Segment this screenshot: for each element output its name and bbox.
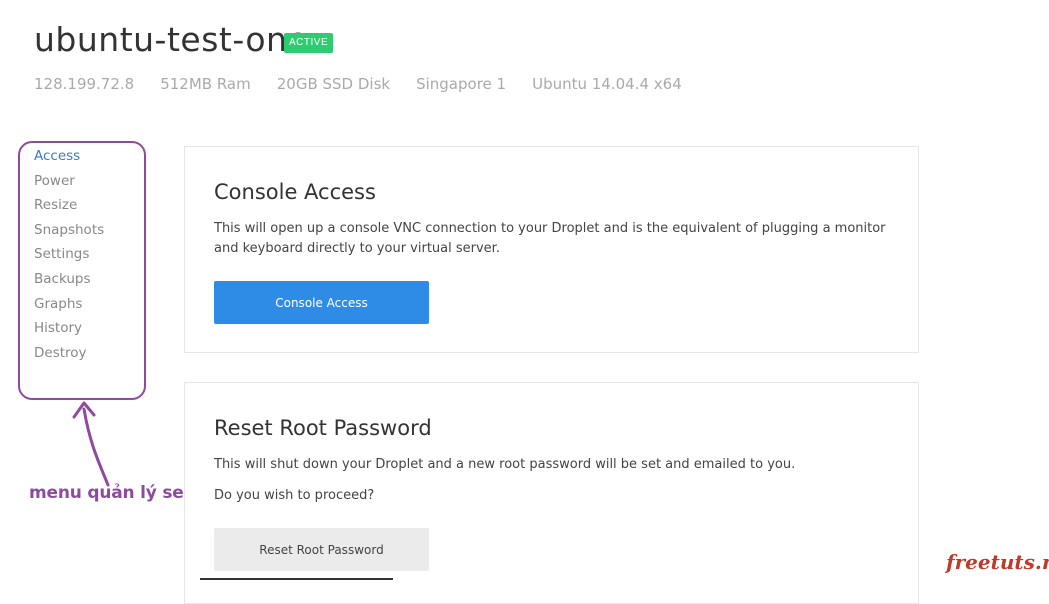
droplet-ram: 512MB Ram [160,75,251,93]
console-access-button[interactable]: Console Access [214,281,429,324]
status-badge: ACTIVE [284,33,334,53]
reset-root-password-button[interactable]: Reset Root Password [214,528,429,571]
arrow-up-icon [72,401,110,487]
console-access-description: This will open up a console VNC connecti… [214,221,886,256]
reset-password-description: This will shut down your Droplet and a n… [214,457,796,472]
droplet-disk: 20GB SSD Disk [276,75,391,93]
watermark: freetuts.net [946,550,1049,574]
reset-password-title: Reset Root Password [214,416,432,440]
droplet-image: Ubuntu 14.04.4 x64 [532,75,682,93]
droplet-region: Singapore 1 [416,75,507,93]
droplet-name: ubuntu-test-one [34,20,309,59]
console-access-title: Console Access [214,180,376,204]
reset-password-card: Reset Root Password This will shut down … [184,382,919,604]
reset-password-question: Do you wish to proceed? [214,488,375,503]
droplet-meta: 128.199.72.8 512MB Ram 20GB SSD Disk Sin… [34,75,708,93]
console-access-card: Console Access This will open up a conso… [184,146,919,353]
droplet-ip: 128.199.72.8 [34,75,135,93]
divider [200,578,393,580]
menu-highlight-annotation [18,141,146,400]
